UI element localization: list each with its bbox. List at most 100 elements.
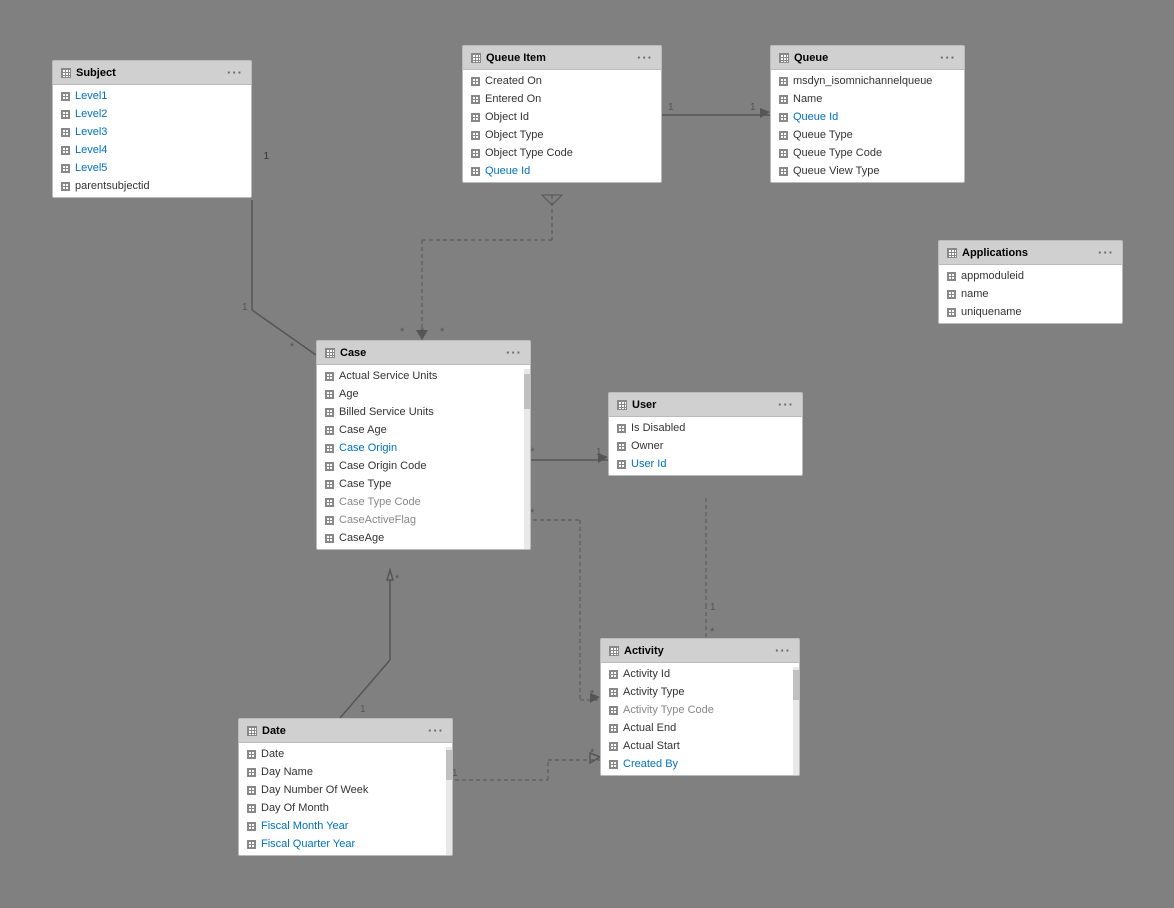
field-label: Name (793, 93, 822, 105)
table-row: Case Type (317, 475, 530, 493)
field-label: Owner (631, 440, 663, 452)
field-label: Object Type Code (485, 147, 573, 159)
table-row: Queue Id (771, 108, 964, 126)
svg-text:1: 1 (750, 102, 756, 113)
field-icon (247, 786, 256, 795)
field-icon (325, 426, 334, 435)
field-icon (779, 77, 788, 86)
queue-ellipsis[interactable]: ··· (940, 50, 956, 65)
applications-header[interactable]: Applications ··· (939, 241, 1122, 265)
field-icon (61, 110, 70, 119)
field-label: Fiscal Month Year (261, 820, 348, 832)
table-row: Case Age (317, 421, 530, 439)
field-icon (609, 742, 618, 751)
field-label: name (961, 288, 989, 300)
field-label: Day Name (261, 766, 313, 778)
user-header[interactable]: User ··· (609, 393, 802, 417)
svg-text:*: * (290, 341, 295, 353)
svg-text:1: 1 (596, 447, 602, 458)
field-icon (325, 480, 334, 489)
field-label: Is Disabled (631, 422, 685, 434)
field-label: parentsubjectid (75, 180, 150, 192)
field-icon (325, 516, 334, 525)
table-row: CaseActiveFlag (317, 511, 530, 529)
case-ellipsis[interactable]: ··· (506, 345, 522, 360)
queue-rows: msdyn_isomnichannelqueue Name Queue Id Q… (771, 70, 964, 182)
field-icon (609, 760, 618, 769)
table-row: Queue View Type (771, 162, 964, 180)
date-ellipsis[interactable]: ··· (428, 723, 444, 738)
table-row: Queue Id (463, 162, 661, 180)
table-row: appmoduleid (939, 267, 1122, 285)
field-icon (471, 77, 480, 86)
svg-text:*: * (395, 573, 400, 585)
field-icon (325, 408, 334, 417)
field-icon (61, 146, 70, 155)
queue-header[interactable]: Queue ··· (771, 46, 964, 70)
subject-entity: Subject ··· Level1 Level2 Level3 Level4 … (52, 60, 252, 198)
field-icon (609, 724, 618, 733)
svg-text:1: 1 (242, 302, 248, 313)
field-icon (325, 372, 334, 381)
table-row: Case Origin Code (317, 457, 530, 475)
svg-text:*: * (420, 326, 425, 338)
field-icon (779, 113, 788, 122)
queue-grid-icon (779, 53, 789, 63)
field-icon (471, 113, 480, 122)
field-label: Level3 (75, 126, 107, 138)
field-icon (617, 442, 626, 451)
date-header[interactable]: Date ··· (239, 719, 452, 743)
activity-header[interactable]: Activity ··· (601, 639, 799, 663)
field-icon (609, 688, 618, 697)
field-icon (779, 131, 788, 140)
applications-ellipsis[interactable]: ··· (1098, 245, 1114, 260)
subject-title: Subject (76, 67, 116, 79)
table-row: Is Disabled (609, 419, 802, 437)
svg-text:*: * (710, 626, 715, 638)
field-label: CaseAge (339, 532, 384, 544)
table-row: Date (239, 745, 452, 763)
field-label: Object Id (485, 111, 529, 123)
field-icon (325, 498, 334, 507)
activity-entity: Activity ··· Activity Id Activity Type A… (600, 638, 800, 776)
activity-ellipsis[interactable]: ··· (775, 643, 791, 658)
table-row: Activity Id (601, 665, 799, 683)
table-row: Level2 (53, 105, 251, 123)
queue-item-header[interactable]: Queue Item ··· (463, 46, 661, 70)
user-ellipsis[interactable]: ··· (778, 397, 794, 412)
table-row: uniquename (939, 303, 1122, 321)
field-label: Level4 (75, 144, 107, 156)
table-row: Activity Type Code (601, 701, 799, 719)
field-icon (325, 444, 334, 453)
field-label: Activity Id (623, 668, 670, 680)
case-header[interactable]: Case ··· (317, 341, 530, 365)
case-grid-icon (325, 348, 335, 358)
svg-text:1: 1 (668, 102, 674, 113)
table-row: Actual Service Units (317, 367, 530, 385)
table-row: Level4 (53, 141, 251, 159)
table-row: Created By (601, 755, 799, 773)
subject-header[interactable]: Subject ··· (53, 61, 251, 85)
activity-title: Activity (624, 645, 664, 657)
field-label: Fiscal Quarter Year (261, 838, 355, 850)
field-label: Actual End (623, 722, 676, 734)
table-row: Object Type (463, 126, 661, 144)
subject-ellipsis[interactable]: ··· (227, 65, 243, 80)
activity-grid-icon (609, 646, 619, 656)
field-label: Created On (485, 75, 542, 87)
field-label: Level1 (75, 90, 107, 102)
field-label: Billed Service Units (339, 406, 434, 418)
date-entity: Date ··· Date Day Name Day Number Of Wee… (238, 718, 453, 856)
applications-entity: Applications ··· appmoduleid name unique… (938, 240, 1123, 324)
table-row: Created On (463, 72, 661, 90)
applications-title: Applications (962, 247, 1028, 259)
user-rows: Is Disabled Owner User Id (609, 417, 802, 475)
field-label: Case Type Code (339, 496, 421, 508)
field-label: appmoduleid (961, 270, 1024, 282)
queue-item-ellipsis[interactable]: ··· (637, 50, 653, 65)
svg-text:*: * (400, 326, 405, 338)
table-row: Level5 (53, 159, 251, 177)
user-entity: User ··· Is Disabled Owner User Id (608, 392, 803, 476)
field-label: Case Type (339, 478, 391, 490)
field-icon (61, 164, 70, 173)
